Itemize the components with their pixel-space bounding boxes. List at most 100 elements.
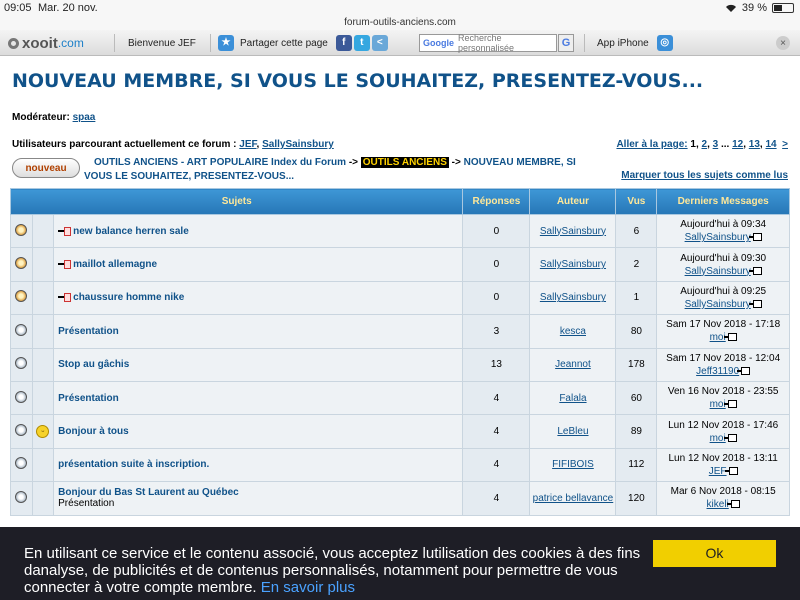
- battery-icon: [772, 3, 794, 13]
- page-2[interactable]: 2: [702, 139, 708, 150]
- goto-page-label: Aller à la page:: [616, 139, 688, 150]
- folder-new-icon: [15, 257, 28, 270]
- next-page[interactable]: >: [782, 139, 788, 150]
- user-link-sally[interactable]: SallySainsbury: [262, 139, 334, 150]
- welcome-text: Bienvenue JEF: [128, 37, 196, 49]
- topic-author[interactable]: kesca: [560, 326, 586, 337]
- goto-last-post-icon[interactable]: [723, 400, 737, 409]
- page-13[interactable]: 13: [749, 139, 760, 150]
- new-post-icon[interactable]: [58, 260, 72, 270]
- reply-count: 4: [462, 380, 531, 416]
- table-row: Bonjour du Bas St Laurent au Québec Prése…: [10, 481, 790, 516]
- last-post-author[interactable]: SallySainsbury: [685, 266, 751, 277]
- topic-author[interactable]: Jeannot: [555, 359, 591, 370]
- folder-new-icon: [15, 223, 28, 236]
- last-post-author[interactable]: Jeff31190: [696, 366, 739, 377]
- header-subjects: Sujets: [9, 188, 464, 215]
- view-count: 120: [615, 481, 658, 516]
- topic-author[interactable]: LeBleu: [557, 426, 588, 437]
- new-topic-button[interactable]: nouveau: [12, 158, 80, 178]
- last-post-date: Sam 17 Nov 2018 - 17:18: [666, 319, 781, 331]
- goto-last-post-icon[interactable]: [723, 433, 737, 442]
- topic-title[interactable]: Bonjour à tous: [58, 426, 129, 437]
- facebook-icon[interactable]: f: [335, 35, 352, 51]
- page-3[interactable]: 3: [713, 139, 719, 150]
- folder-icon: [15, 490, 28, 503]
- topic-author[interactable]: SallySainsbury: [540, 226, 606, 237]
- share-icon[interactable]: <: [371, 35, 388, 51]
- crumb-index[interactable]: OUTILS ANCIENS - ART POPULAIRE Index du …: [94, 157, 346, 168]
- folder-icon: [15, 323, 28, 336]
- search-button[interactable]: G: [558, 34, 574, 52]
- header-last-messages: Derniers Messages: [656, 188, 790, 215]
- app-iphone-link[interactable]: App iPhone ◎: [597, 30, 675, 56]
- topic-title[interactable]: Présentation: [58, 393, 119, 404]
- goto-last-post-icon[interactable]: [723, 333, 737, 342]
- topic-author[interactable]: patrice bellavance: [533, 493, 614, 504]
- goto-last-post-icon[interactable]: [748, 266, 762, 275]
- topic-title[interactable]: maillot allemagne: [73, 259, 157, 270]
- star-icon[interactable]: ★: [218, 35, 234, 51]
- page-14[interactable]: 14: [765, 139, 776, 150]
- topic-author[interactable]: SallySainsbury: [540, 292, 606, 303]
- share-section: ★ Partager cette page f t <: [218, 30, 390, 56]
- topic-title[interactable]: Présentation: [58, 326, 119, 337]
- status-right: 39 %: [725, 2, 794, 14]
- topic-subtitle: Présentation: [58, 498, 115, 510]
- topic-title[interactable]: présentation suite à inscription.: [58, 459, 209, 470]
- last-post-author[interactable]: kikeli: [707, 499, 729, 510]
- xooit-logo[interactable]: xooit .com: [8, 30, 84, 56]
- users-online: Utilisateurs parcourant actuellement ce …: [12, 139, 334, 150]
- goto-last-post-icon[interactable]: [748, 299, 762, 308]
- reply-count: 4: [462, 447, 531, 483]
- view-count: 80: [615, 314, 658, 349]
- topic-title[interactable]: Bonjour du Bas St Laurent au Québec: [58, 487, 462, 498]
- twitter-icon[interactable]: t: [353, 35, 370, 51]
- folder-new-icon: [15, 290, 28, 303]
- moderator-link[interactable]: spaa: [73, 112, 96, 123]
- close-icon[interactable]: ×: [776, 36, 790, 50]
- cookie-banner: En utilisant ce service et le contenu as…: [0, 527, 800, 600]
- topic-title[interactable]: new balance herren sale: [73, 226, 189, 237]
- last-post-date: Aujourd'hui à 09:25: [680, 285, 767, 297]
- folder-icon: [15, 457, 28, 470]
- table-row: chaussure homme nike 0 SallySainsbury 1 …: [10, 280, 790, 316]
- search-input[interactable]: Google Recherche personnalisée: [419, 33, 557, 53]
- page-1: 1: [690, 139, 696, 150]
- user-link-jef[interactable]: JEF: [239, 139, 256, 150]
- learn-more-link[interactable]: En savoir plus: [261, 579, 355, 596]
- status-time: 09:05: [4, 2, 32, 14]
- folder-icon: [15, 357, 28, 370]
- reply-count: 4: [462, 481, 531, 516]
- topic-title[interactable]: Stop au gâchis: [58, 359, 129, 370]
- view-count: 112: [615, 447, 658, 483]
- header-views: Vus: [615, 188, 658, 215]
- xooit-toolbar: xooit .com Bienvenue JEF ★ Partager cette…: [0, 30, 800, 56]
- page-title[interactable]: NOUVEAU MEMBRE, SI VOUS LE SOUHAITEZ, PR…: [12, 70, 792, 92]
- topic-author[interactable]: SallySainsbury: [540, 259, 606, 270]
- goto-last-post-icon[interactable]: [737, 366, 751, 375]
- status-bar: 09:05 Mar. 20 nov. forum-outils-anciens.…: [0, 0, 800, 30]
- crumb-category[interactable]: OUTILS ANCIENS: [360, 157, 449, 168]
- last-post-author[interactable]: SallySainsbury: [685, 299, 751, 310]
- view-count: 1: [615, 280, 658, 316]
- last-post-author[interactable]: SallySainsbury: [685, 232, 751, 243]
- address-bar-url[interactable]: forum-outils-anciens.com: [0, 17, 800, 28]
- new-post-icon[interactable]: [58, 293, 72, 303]
- new-post-icon[interactable]: [58, 226, 72, 236]
- reply-count: 0: [462, 247, 531, 282]
- goto-last-post-icon[interactable]: [724, 466, 738, 475]
- app-icon: ◎: [656, 35, 673, 51]
- topic-author[interactable]: FIFIBOIS: [552, 459, 594, 470]
- topic-title[interactable]: chaussure homme nike: [73, 292, 184, 303]
- cookie-ok-button[interactable]: Ok: [653, 540, 776, 567]
- page-12[interactable]: 12: [732, 139, 743, 150]
- table-row: Présentation 4 Falala 60 Ven 16 Nov 2018…: [10, 380, 790, 416]
- view-count: 60: [615, 380, 658, 416]
- goto-last-post-icon[interactable]: [748, 233, 762, 242]
- view-count: 89: [615, 414, 658, 449]
- table-row: Stop au gâchis 13 Jeannot 178 Sam 17 Nov…: [10, 347, 790, 382]
- topic-author[interactable]: Falala: [559, 393, 586, 404]
- mark-all-read-link[interactable]: Marquer tous les sujets comme lus: [621, 170, 788, 181]
- goto-last-post-icon[interactable]: [726, 500, 740, 509]
